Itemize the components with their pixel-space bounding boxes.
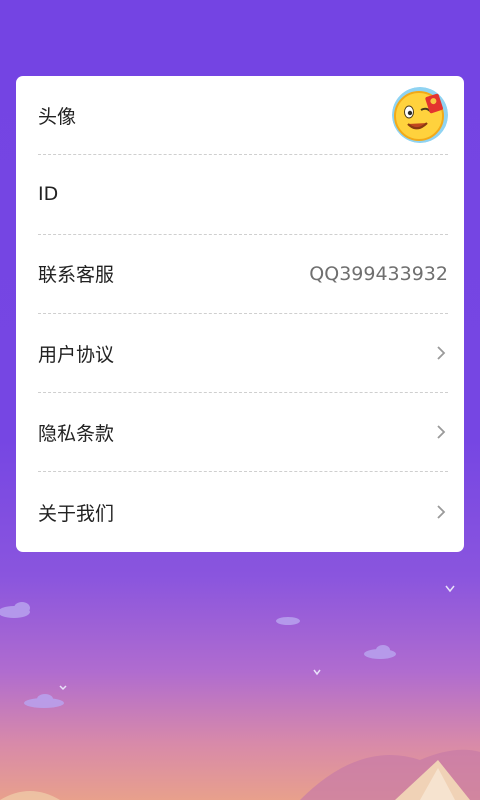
row-id[interactable]: ID <box>38 155 448 235</box>
row-about-us[interactable]: 关于我们 <box>38 472 448 551</box>
chevron-right-icon <box>434 502 448 522</box>
row-privacy-policy[interactable]: 隐私条款 <box>38 393 448 473</box>
row-label: 关于我们 <box>38 502 115 525</box>
avatar[interactable] <box>392 87 448 144</box>
chevron-right-icon <box>434 422 448 442</box>
cloud-shapes <box>0 602 396 708</box>
row-user-agreement[interactable]: 用户协议 <box>38 314 448 394</box>
row-label: 联系客服 <box>38 264 115 287</box>
row-contact-service[interactable]: 联系客服 QQ399433932 <box>38 235 448 314</box>
bird-shapes <box>59 585 455 691</box>
row-label: 用户协议 <box>38 343 115 366</box>
row-label: ID <box>38 183 59 206</box>
contact-value: QQ399433932 <box>309 262 448 285</box>
chevron-right-icon <box>434 343 448 363</box>
row-avatar[interactable]: 头像 <box>38 76 448 156</box>
settings-card: 头像 ID 联系客服 QQ399433932 用户协议 隐私条款 关于我们 <box>16 76 464 552</box>
row-label: 隐私条款 <box>38 422 115 445</box>
row-label: 头像 <box>38 105 77 128</box>
